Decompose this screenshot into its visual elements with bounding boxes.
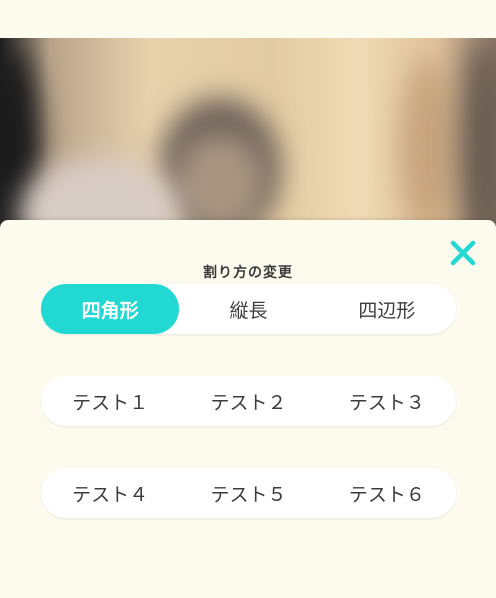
test-option-3[interactable]: テスト３ xyxy=(318,376,456,426)
test-option-1[interactable]: テスト１ xyxy=(41,376,179,426)
split-mode-square[interactable]: 四角形 xyxy=(41,284,180,334)
test-row-1: テスト１ テスト２ テスト３ xyxy=(41,376,456,426)
test-option-4[interactable]: テスト４ xyxy=(41,468,179,518)
test-option-5[interactable]: テスト５ xyxy=(179,468,317,518)
split-mode-vertical[interactable]: 縦長 xyxy=(179,284,317,334)
test-option-6[interactable]: テスト６ xyxy=(318,468,456,518)
split-mode-quadrilateral[interactable]: 四辺形 xyxy=(318,284,456,334)
test-row-2: テスト４ テスト５ テスト６ xyxy=(41,468,456,518)
modal-title: 割り方の変更 xyxy=(203,265,293,281)
test-option-2[interactable]: テスト２ xyxy=(179,376,317,426)
top-bar xyxy=(0,0,496,38)
split-mode-selector: 四角形 縦長 四辺形 xyxy=(41,284,456,334)
